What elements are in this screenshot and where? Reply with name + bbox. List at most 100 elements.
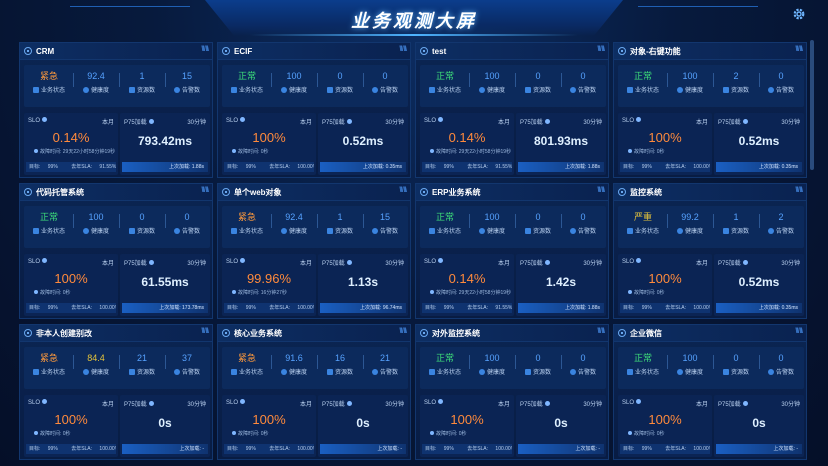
slo-label: SLO: [226, 259, 239, 265]
target-icon: [222, 188, 230, 196]
info-icon[interactable]: [742, 401, 748, 406]
alerts-value: 0: [580, 71, 586, 81]
status-label: 业务状态: [436, 370, 461, 376]
info-icon[interactable]: [438, 117, 444, 122]
status-label: 业务状态: [634, 370, 659, 376]
resources-value: 1: [139, 71, 145, 81]
info-icon[interactable]: [544, 119, 550, 124]
status-cell: 紧急 业务状态: [224, 351, 270, 385]
health-cell: 100 健康度: [668, 69, 712, 103]
info-icon[interactable]: [240, 258, 246, 263]
info-icon[interactable]: [636, 117, 642, 122]
system-card[interactable]: test \\\ \\\ 正常 业务状态 100 健康度 0 资源数 0 告警数: [415, 42, 609, 178]
last-value: 1.88s: [587, 305, 600, 311]
yoy-value: 100.00%: [693, 164, 710, 170]
gear-icon[interactable]: [792, 7, 806, 21]
info-icon[interactable]: [742, 260, 748, 265]
info-icon[interactable]: [346, 119, 352, 124]
target-label: 目标:: [227, 305, 239, 311]
slo-panel: SLO 本月 100% 故障时间: 0秒 目标: 99% 去年SLA: 100.…: [618, 395, 712, 457]
slo-label: SLO: [226, 118, 239, 124]
alerts-cell: 15 告警数: [166, 69, 208, 103]
info-icon[interactable]: [544, 401, 550, 406]
slo-panel: SLO 本月 0.14% 故障时间: 29天22小时58分钟19秒 目标: 99…: [420, 254, 514, 316]
status-cell: 正常 业务状态: [620, 351, 666, 385]
system-card[interactable]: 单个web对象 \\\ \\\ 紧急 业务状态 92.4 健康度 1 资源数 1…: [217, 183, 411, 319]
status-value: 正常: [435, 71, 454, 81]
system-card[interactable]: 代码托管系统 \\\ \\\ 正常 业务状态 100 健康度 0 资源数 0 告…: [19, 183, 213, 319]
p75-value: 793.42ms: [137, 134, 193, 148]
info-icon[interactable]: [346, 401, 352, 406]
scrollbar[interactable]: [810, 40, 814, 170]
card-title: ERP业务系统: [432, 187, 481, 197]
info-icon[interactable]: [42, 399, 48, 404]
info-icon[interactable]: [544, 260, 550, 265]
slo-value: 0.14%: [448, 271, 486, 286]
health-value: 92.4: [285, 212, 303, 222]
info-icon[interactable]: [42, 117, 48, 122]
yoy-value: 100.00%: [297, 446, 314, 452]
info-icon[interactable]: [240, 117, 246, 122]
status-label: 业务状态: [238, 229, 263, 235]
info-icon[interactable]: [148, 401, 154, 406]
status-cell: 紧急 业务状态: [26, 351, 72, 385]
system-card[interactable]: 对象-右键功能 \\\ \\\ 正常 业务状态 100 健康度 2 资源数 0 …: [613, 42, 807, 178]
info-icon[interactable]: [636, 258, 642, 263]
stripes-icon: \\\ \\\: [795, 46, 803, 53]
p75-footer: 上次加载: -: [716, 444, 802, 454]
title-underline: [250, 34, 578, 36]
info-icon[interactable]: [240, 399, 246, 404]
last-value: 96.74ms: [382, 305, 402, 311]
p75-footer: 上次加载: -: [122, 444, 208, 454]
slo-value: 100%: [54, 271, 88, 286]
alerts-value: 15: [379, 212, 390, 222]
status-label: 业务状态: [40, 88, 65, 94]
last-value: -: [400, 446, 402, 452]
system-card[interactable]: ECIF \\\ \\\ 正常 业务状态 100 健康度 0 资源数 0 告警数: [217, 42, 411, 178]
system-card[interactable]: 非本人创建别改 \\\ \\\ 紧急 业务状态 84.4 健康度 21 资源数 …: [19, 324, 213, 460]
info-icon[interactable]: [438, 258, 444, 263]
yoy-label: 去年SLA:: [71, 305, 93, 311]
stripes-icon: \\\ \\\: [597, 187, 605, 194]
system-card[interactable]: 企业微信 \\\ \\\ 正常 业务状态 100 健康度 0 资源数 0 告警数: [613, 324, 807, 460]
system-card[interactable]: ERP业务系统 \\\ \\\ 正常 业务状态 100 健康度 0 资源数 0 …: [415, 183, 609, 319]
slo-downtime: 故障时间: 0秒: [628, 430, 665, 437]
info-icon[interactable]: [438, 399, 444, 404]
slo-downtime: 故障时间: 0秒: [232, 430, 269, 437]
info-icon[interactable]: [42, 258, 48, 263]
target-icon: [420, 47, 428, 55]
slo-downtime: 故障时间: 0秒: [232, 148, 269, 155]
status-label: 业务状态: [40, 229, 65, 235]
resources-value: 1: [733, 212, 739, 222]
system-card[interactable]: 对外监控系统 \\\ \\\ 正常 业务状态 100 健康度 0 资源数 0 告…: [415, 324, 609, 460]
health-label: 健康度: [684, 88, 703, 94]
system-card[interactable]: 监控系统 \\\ \\\ 严重 业务状态 99.2 健康度 1 资源数 2 告警…: [613, 183, 807, 319]
health-cell: 92.4 健康度: [74, 69, 118, 103]
bell-icon: [173, 87, 180, 93]
target-icon: [420, 329, 428, 337]
health-value: 100: [286, 71, 302, 81]
p75-footer: 上次加载: -: [518, 444, 604, 454]
resources-cell: 1 资源数: [714, 210, 758, 244]
info-icon[interactable]: [148, 119, 154, 124]
info-icon[interactable]: [636, 399, 642, 404]
heart-icon: [676, 228, 683, 234]
resource-icon: [722, 228, 729, 234]
resources-label: 资源数: [532, 229, 551, 235]
alerts-value: 0: [778, 353, 784, 363]
alerts-value: 2: [778, 212, 784, 222]
bell-icon: [569, 369, 576, 375]
info-icon[interactable]: [346, 260, 352, 265]
last-value: 0.35ms: [781, 305, 798, 311]
info-icon[interactable]: [148, 260, 154, 265]
status-label: 业务状态: [634, 88, 659, 94]
system-card[interactable]: CRM \\\ \\\ 紧急 业务状态 92.4 健康度 1 资源数 15 告警…: [19, 42, 213, 178]
info-icon[interactable]: [742, 119, 748, 124]
yoy-value: 100.00%: [99, 446, 116, 452]
resource-icon: [722, 369, 729, 375]
system-card[interactable]: 核心业务系统 \\\ \\\ 紧急 业务状态 91.6 健康度 16 资源数 2…: [217, 324, 411, 460]
p75-panel: P75加载 30分钟 61.55ms 上次加载: 173.78ms: [120, 254, 210, 316]
target-icon: [24, 47, 32, 55]
last-label: 上次加载:: [179, 446, 201, 452]
window-label: 30分钟: [187, 402, 206, 408]
